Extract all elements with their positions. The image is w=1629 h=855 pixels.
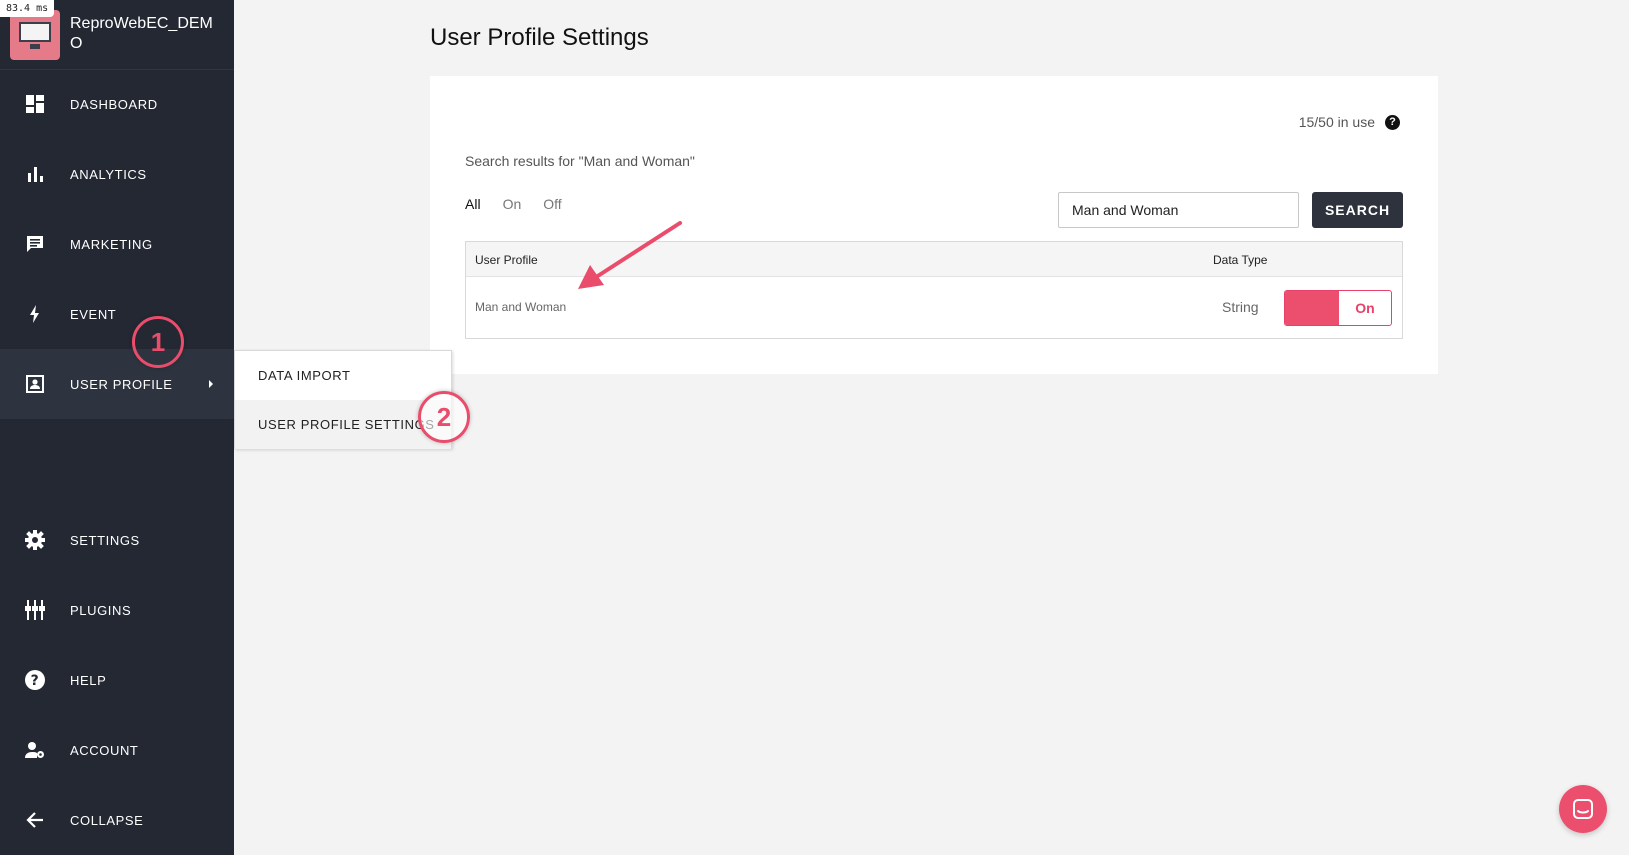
annotation-step-2: 2 — [418, 391, 470, 443]
sidebar-item-label: ACCOUNT — [70, 742, 139, 758]
caret-right-icon — [209, 380, 213, 388]
timing-badge: 83.4 ms — [0, 0, 55, 17]
search-input[interactable] — [1058, 192, 1299, 228]
on-off-toggle[interactable]: On — [1284, 290, 1392, 326]
sidebar-item-label: DASHBOARD — [70, 96, 158, 112]
search-button[interactable]: SEARCH — [1312, 192, 1403, 228]
svg-text:?: ? — [31, 673, 40, 689]
column-header-data-type: Data Type — [1213, 253, 1268, 267]
gear-icon — [24, 529, 46, 551]
filter-tabs: All On Off — [465, 196, 584, 212]
search-results-text: Search results for "Man and Woman" — [465, 153, 695, 169]
sidebar-item-user-profile[interactable]: USER PROFILE — [0, 349, 234, 419]
sidebar-item-collapse[interactable]: COLLAPSE — [0, 785, 234, 855]
sidebar-item-label: HELP — [70, 672, 107, 688]
filter-tab-all[interactable]: All — [465, 196, 481, 212]
cell-data-type: String — [1222, 299, 1259, 315]
toggle-label: On — [1355, 300, 1375, 316]
bar-chart-icon — [24, 163, 46, 185]
toggle-fill — [1285, 291, 1339, 325]
sidebar-item-label: ANALYTICS — [70, 166, 147, 182]
account-settings-icon — [24, 739, 46, 761]
profile-card-icon — [24, 373, 46, 395]
sidebar-item-label: MARKETING — [70, 236, 153, 252]
sidebar-item-analytics[interactable]: ANALYTICS — [0, 139, 234, 209]
help-icon[interactable]: ? — [1385, 114, 1400, 130]
sidebar-item-label: COLLAPSE — [70, 812, 144, 828]
sidebar-item-label: EVENT — [70, 306, 117, 322]
page-title: User Profile Settings — [430, 24, 649, 51]
usage-indicator: 15/50 in use ? — [1299, 114, 1400, 130]
sidebar-item-plugins[interactable]: PLUGINS — [0, 575, 234, 645]
column-header-user-profile: User Profile — [475, 253, 538, 267]
bolt-icon — [24, 303, 46, 325]
annotation-arrow-icon — [578, 221, 682, 289]
message-icon — [24, 233, 46, 255]
filter-tab-on[interactable]: On — [503, 196, 522, 212]
sidebar-item-account[interactable]: ACCOUNT — [0, 715, 234, 785]
sidebar-item-settings[interactable]: SETTINGS — [0, 505, 234, 575]
dashboard-icon — [24, 93, 46, 115]
sidebar: ReproWebEC_DEMO DASHBOARD ANALYTICS MARK… — [0, 0, 234, 855]
help-icon: ? — [24, 669, 46, 691]
chat-icon — [1573, 799, 1593, 819]
cell-user-profile: Man and Woman — [475, 300, 567, 314]
annotation-step-1: 1 — [132, 316, 184, 368]
brand-logo-icon — [10, 10, 60, 60]
plugins-icon — [24, 599, 46, 621]
sidebar-item-event[interactable]: EVENT — [0, 279, 234, 349]
sidebar-item-label: PLUGINS — [70, 602, 132, 618]
sidebar-item-help[interactable]: ? HELP — [0, 645, 234, 715]
sidebar-item-label: USER PROFILE — [70, 376, 173, 392]
arrow-left-icon — [24, 809, 46, 831]
sidebar-item-dashboard[interactable]: DASHBOARD — [0, 69, 234, 139]
submenu-item-data-import[interactable]: DATA IMPORT — [235, 351, 451, 400]
sidebar-item-marketing[interactable]: MARKETING — [0, 209, 234, 279]
usage-text: 15/50 in use — [1298, 114, 1375, 130]
sidebar-item-label: SETTINGS — [70, 532, 140, 548]
brand-name: ReproWebEC_DEMO — [70, 15, 213, 52]
chat-launcher-button[interactable] — [1559, 785, 1607, 833]
filter-tab-off[interactable]: Off — [543, 196, 561, 212]
user-profile-submenu: DATA IMPORT USER PROFILE SETTINGS — [234, 350, 452, 449]
